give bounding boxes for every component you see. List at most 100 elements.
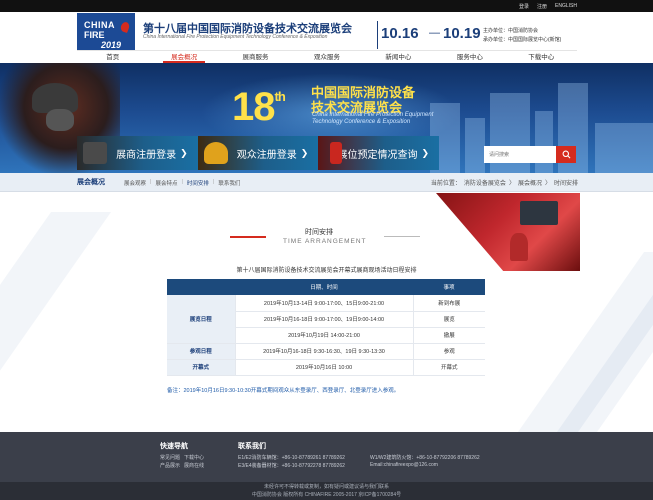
flame-icon xyxy=(119,20,131,34)
decor-stripe xyxy=(0,212,112,432)
header-divider xyxy=(377,21,378,49)
table-cell-item: 撤展 xyxy=(413,327,485,344)
login-link[interactable]: 登录 xyxy=(519,3,529,10)
copyright-line2: 中国消防协会 版权所有 CHINAFIRE 2005-2017 京ICP备170… xyxy=(251,492,402,498)
nav-overview[interactable]: 展会概况 xyxy=(148,51,219,63)
table-header-item: 事项 xyxy=(413,279,485,295)
nav-exhibitor-service[interactable]: 展商服务 xyxy=(220,51,291,63)
organizer-line2: 承办单位：中国国际展览中心(新馆) xyxy=(483,37,562,43)
title-line-right xyxy=(384,236,420,237)
chevron-right-icon: ❯ xyxy=(421,147,430,158)
footer-link-exhibitors[interactable]: 展商在线 xyxy=(184,462,204,469)
nav-visitor-service[interactable]: 观众服务 xyxy=(291,51,362,63)
chevron-right-icon: ❯ xyxy=(180,147,188,158)
table-header-group xyxy=(167,279,235,295)
table-row: 开幕式 2019年10月16日 10:00 开幕式 xyxy=(167,359,485,376)
search-box xyxy=(484,146,576,163)
subnav-sep: | xyxy=(150,179,152,185)
booth-query-button[interactable]: 展位预定情况查询 ❯ xyxy=(318,136,440,170)
table-cell-time: 2019年10月16-18日 9:00-17:00、19日9:00-14:00 xyxy=(235,311,414,328)
helmet-icon xyxy=(203,142,228,164)
date-start: 10.16 xyxy=(381,25,419,42)
footer-contact-e3e4: E3/E4装备器材馆：+86-10-87792278 87789262 xyxy=(238,463,345,469)
main-nav: 首页 展会概况 展商服务 观众服务 新闻中心 服务中心 下载中心 xyxy=(77,50,577,63)
organizer-line1: 主办单位：中国消防协会 xyxy=(483,28,539,34)
booth-query-label: 展位预定情况查询 xyxy=(337,149,418,161)
subnav-sep: | xyxy=(181,179,183,185)
breadcrumb-label: 当前位置： xyxy=(430,181,461,187)
truck-icon xyxy=(83,142,107,164)
edition-number: 18th xyxy=(232,85,286,130)
city-skyline xyxy=(595,123,653,173)
top-bar: 登录 注册 ENGLISH xyxy=(0,0,653,12)
title-line-left xyxy=(230,236,266,238)
footer-contact-e1e2: E1/E2消防车辆馆：+86-10-87789261 87789262 xyxy=(238,455,345,461)
exhibitor-login-button[interactable]: 展商注册登录 ❯ xyxy=(77,136,198,170)
top-links: 登录 注册 ENGLISH xyxy=(519,0,577,12)
section-name: 展会概况 xyxy=(77,179,105,186)
quick-buttons: 展商注册登录 ❯ 观众注册登录 ❯ 展位预定情况查询 ❯ xyxy=(77,136,440,170)
banner-title-en: China International Fire Protection Equi… xyxy=(312,112,433,126)
nav-download[interactable]: 下载中心 xyxy=(506,51,577,63)
date-end: 10.19 xyxy=(443,25,481,42)
copyright-line1: 未经许可不得转载或复制，如有疑问或建议请与我们联系 xyxy=(263,484,389,490)
edition-number-value: 18 xyxy=(232,85,275,129)
table-cell-item: 参观 xyxy=(413,343,485,360)
site-title-en: China International Fire Protection Equi… xyxy=(143,34,328,40)
search-input[interactable] xyxy=(484,146,556,163)
footer-nav-title: 快速导航 xyxy=(160,443,188,450)
section-title-en: TIME ARRANGEMENT xyxy=(283,238,367,245)
nav-news[interactable]: 新闻中心 xyxy=(363,51,434,63)
english-link[interactable]: ENGLISH xyxy=(555,3,577,9)
banner-title-en2: Technology Conference & Exposition xyxy=(312,119,411,125)
logo-year: 2019 xyxy=(101,40,122,50)
search-button[interactable] xyxy=(556,146,576,163)
nav-home[interactable]: 首页 xyxy=(77,51,148,63)
table-cell-time: 2019年10月13-14日 9:00-17:00、15日9:00-21:00 xyxy=(235,295,414,312)
table-header-row: 日期、时间 事项 xyxy=(167,279,485,295)
nav-service-center[interactable]: 服务中心 xyxy=(434,51,505,63)
schedule-table: 日期、时间 事项 展览日程 2019年10月13-14日 9:00-17:00、… xyxy=(167,279,485,376)
logo-line2: FIRE xyxy=(84,30,105,40)
subnav-schedule[interactable]: 时间安排 xyxy=(187,179,209,187)
city-skyline xyxy=(465,118,485,173)
copyright-bar: 未经许可不得转载或复制，如有疑问或建议请与我们联系 中国消防协会 版权所有 CH… xyxy=(0,482,653,500)
table-cell-time: 2019年10月19日 14:00-21:00 xyxy=(235,327,414,344)
visitor-login-button[interactable]: 观众注册登录 ❯ xyxy=(197,136,319,170)
register-link[interactable]: 注册 xyxy=(537,3,547,10)
site-footer: 快速导航 常见问题 下载中心 产品展示 展商在线 联系我们 E1/E2消防车辆馆… xyxy=(0,432,653,482)
breadcrumb-sep: 〉 xyxy=(508,181,515,187)
table-cell-group: 开幕式 xyxy=(167,359,236,376)
subnav-observation[interactable]: 展会观察 xyxy=(124,179,146,187)
breadcrumb-overview[interactable]: 展会概况 xyxy=(518,178,542,187)
breadcrumb-current: 时间安排 xyxy=(553,181,578,187)
search-icon xyxy=(562,150,570,159)
schedule-note: 备注：2019年10月16日9:30-10:30开幕式期间观众从东登录厅、西登录… xyxy=(167,388,400,394)
table-header-time: 日期、时间 xyxy=(235,279,413,295)
sub-nav-bar: 展会概况 展会观察 | 展会特点 | 时间安排 | 联系我们 当前位置： 消防设… xyxy=(0,173,653,192)
footer-link-products[interactable]: 产品展示 xyxy=(160,462,180,469)
chevron-right-icon: ❯ xyxy=(300,147,309,158)
breadcrumb: 当前位置： 消防设备展览会 〉 展会概况 〉 时间安排 xyxy=(431,178,578,187)
breadcrumb-home[interactable]: 消防设备展览会 xyxy=(464,178,506,187)
organizer-info: 主办单位：中国消防协会 承办单位：中国国际展览中心(新馆) xyxy=(483,27,561,45)
sub-nav: 展会观察 | 展会特点 | 时间安排 | 联系我们 xyxy=(124,179,240,187)
breadcrumb-sep: 〉 xyxy=(544,181,551,187)
subnav-contact[interactable]: 联系我们 xyxy=(218,179,240,187)
exhibitor-login-label: 展商注册登录 xyxy=(116,149,177,161)
schedule-caption: 第十八届国际消防设备技术交流展览会开幕式展商观场活动日程安排 xyxy=(236,268,417,274)
table-row: 参观日程 2019年10月16-18日 9:30-16:30、19日 9:30-… xyxy=(167,343,485,360)
footer-contact-email[interactable]: Email:chinafireexpo@126.com xyxy=(370,462,438,468)
footer-link-download[interactable]: 下载中心 xyxy=(184,454,204,461)
table-cell-time: 2019年10月16日 10:00 xyxy=(235,359,414,376)
visitor-login-label: 观众注册登录 xyxy=(236,149,297,161)
hydrant-icon xyxy=(330,142,343,164)
footer-link-faq[interactable]: 常见问题 xyxy=(160,454,180,461)
table-row: 展览日程 2019年10月13-14日 9:00-17:00、15日9:00-2… xyxy=(167,295,485,344)
subnav-features[interactable]: 展会特点 xyxy=(155,179,177,187)
mask-icon xyxy=(46,109,74,131)
edition-suffix: th xyxy=(274,89,286,104)
table-cell-group: 展览日程 xyxy=(167,295,236,344)
table-cell-group: 参观日程 xyxy=(167,343,236,360)
banner-title-en1: China International Fire Protection Equi… xyxy=(312,112,434,118)
